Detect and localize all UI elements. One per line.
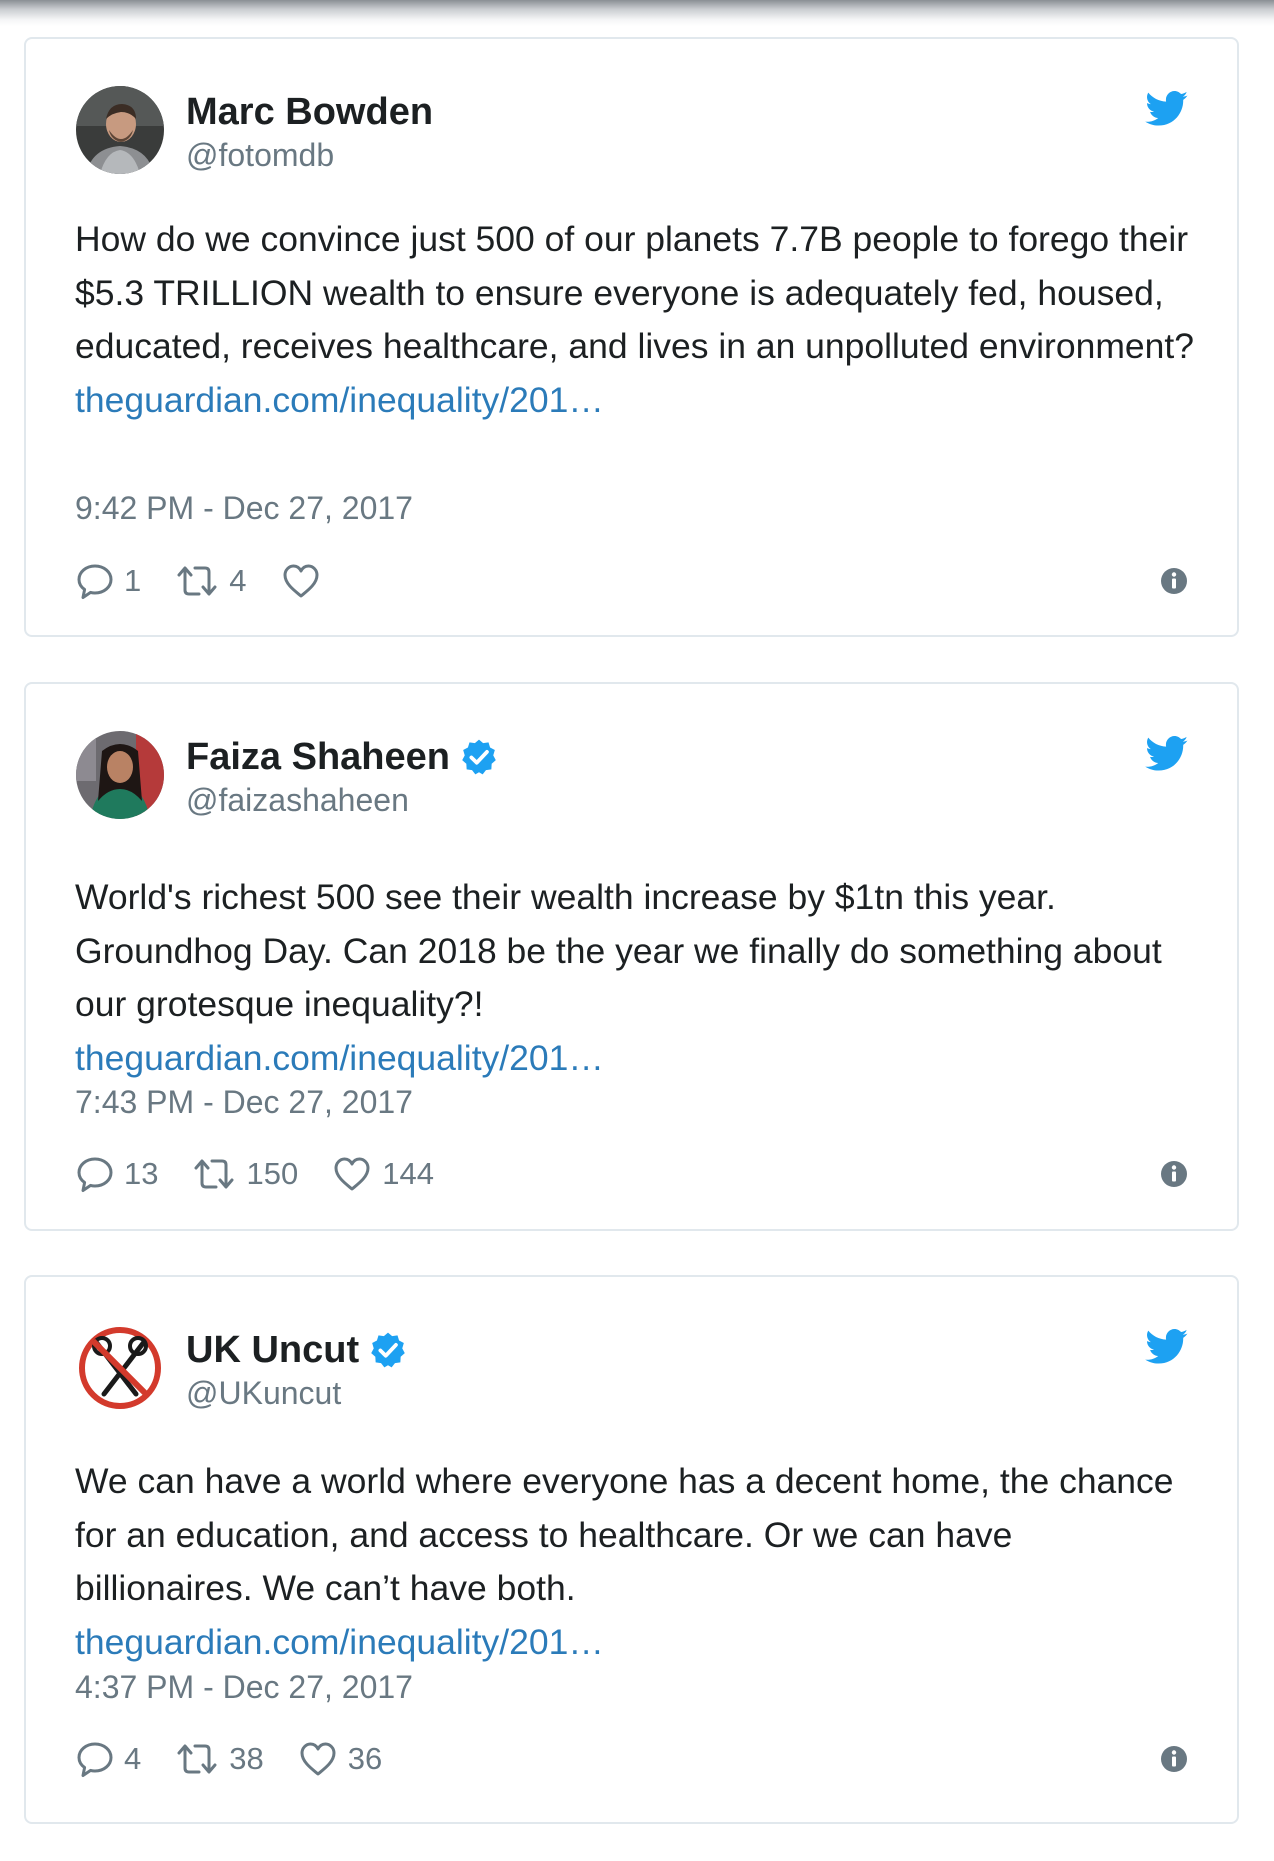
retweet-button[interactable]: 4 xyxy=(175,562,247,600)
tweet-link[interactable]: theguardian.com/inequality/201… xyxy=(75,1038,604,1078)
like-button[interactable]: 144 xyxy=(332,1155,434,1193)
verified-badge-icon xyxy=(371,1332,405,1368)
tweet-timestamp[interactable]: 4:37 PM - Dec 27, 2017 xyxy=(75,1669,413,1706)
twitter-bird-icon[interactable] xyxy=(1145,736,1189,772)
author-handle[interactable]: @UKuncut xyxy=(186,1375,341,1412)
heart-icon xyxy=(334,1157,370,1191)
tweet-link[interactable]: theguardian.com/inequality/201… xyxy=(75,1622,604,1662)
retweet-button[interactable]: 150 xyxy=(192,1155,298,1193)
retweet-count: 150 xyxy=(246,1156,299,1191)
info-icon[interactable] xyxy=(1159,1744,1189,1774)
author-handle[interactable]: @fotomdb xyxy=(186,137,334,174)
author-name[interactable]: Faiza Shaheen xyxy=(186,736,450,779)
tweet-card[interactable]: Faiza Shaheen @faizashaheen World's rich… xyxy=(24,682,1239,1231)
reply-icon xyxy=(77,564,113,599)
tweet-card[interactable]: UK Uncut @UKuncut We can have a world wh… xyxy=(24,1275,1239,1824)
avatar[interactable] xyxy=(76,1324,164,1412)
like-button[interactable]: 36 xyxy=(298,1740,382,1778)
tweet-body: We can have a world where everyone has a… xyxy=(75,1461,1174,1608)
retweet-icon xyxy=(177,566,217,596)
author-name-row: Faiza Shaheen xyxy=(186,734,498,780)
retweet-button[interactable]: 38 xyxy=(175,1740,264,1778)
like-count: 144 xyxy=(382,1156,434,1191)
retweet-count: 4 xyxy=(229,563,247,598)
author-name[interactable]: UK Uncut xyxy=(186,1329,359,1372)
reply-button[interactable]: 1 xyxy=(76,562,141,600)
info-icon[interactable] xyxy=(1159,1159,1189,1189)
heart-icon xyxy=(283,564,318,598)
author-name-row: Marc Bowden xyxy=(186,89,433,135)
tweet-text: How do we convince just 500 of our plane… xyxy=(75,213,1195,427)
tweet-card[interactable]: Marc Bowden @fotomdb How do we convince … xyxy=(24,37,1239,637)
reply-button[interactable]: 13 xyxy=(76,1155,158,1193)
retweet-count: 38 xyxy=(229,1741,264,1776)
twitter-bird-icon[interactable] xyxy=(1145,91,1189,127)
retweet-icon xyxy=(177,1744,217,1774)
tweet-text: World's richest 500 see their wealth inc… xyxy=(75,871,1195,1085)
tweet-body: World's richest 500 see their wealth inc… xyxy=(75,877,1162,1024)
author-name-row: UK Uncut xyxy=(186,1327,407,1373)
reply-count: 13 xyxy=(124,1156,159,1191)
like-button[interactable] xyxy=(281,562,331,600)
tweet-body: How do we convince just 500 of our plane… xyxy=(75,219,1194,366)
reply-count: 1 xyxy=(124,563,142,598)
tweet-actions: 4 38 36 xyxy=(76,1737,416,1781)
tweet-actions: 13 150 144 xyxy=(76,1152,468,1196)
like-count: 36 xyxy=(347,1741,383,1776)
reply-icon xyxy=(77,1157,113,1192)
heart-icon xyxy=(300,1742,336,1776)
verified-badge-icon xyxy=(462,739,496,775)
tweet-text: We can have a world where everyone has a… xyxy=(75,1455,1195,1669)
top-shadow xyxy=(0,0,1274,26)
retweet-icon xyxy=(194,1159,234,1189)
avatar[interactable] xyxy=(76,731,164,819)
info-icon[interactable] xyxy=(1159,566,1189,596)
reply-icon xyxy=(77,1742,113,1777)
tweet-timestamp[interactable]: 7:43 PM - Dec 27, 2017 xyxy=(75,1084,413,1121)
reply-button[interactable]: 4 xyxy=(76,1740,141,1778)
tweet-actions: 1 4 xyxy=(76,559,365,603)
avatar[interactable] xyxy=(76,86,164,174)
tweet-timestamp[interactable]: 9:42 PM - Dec 27, 2017 xyxy=(75,490,413,527)
author-handle[interactable]: @faizashaheen xyxy=(186,782,409,819)
reply-count: 4 xyxy=(124,1741,142,1776)
author-name[interactable]: Marc Bowden xyxy=(186,91,433,134)
tweet-link[interactable]: theguardian.com/inequality/201… xyxy=(75,380,604,420)
twitter-bird-icon[interactable] xyxy=(1145,1329,1189,1365)
